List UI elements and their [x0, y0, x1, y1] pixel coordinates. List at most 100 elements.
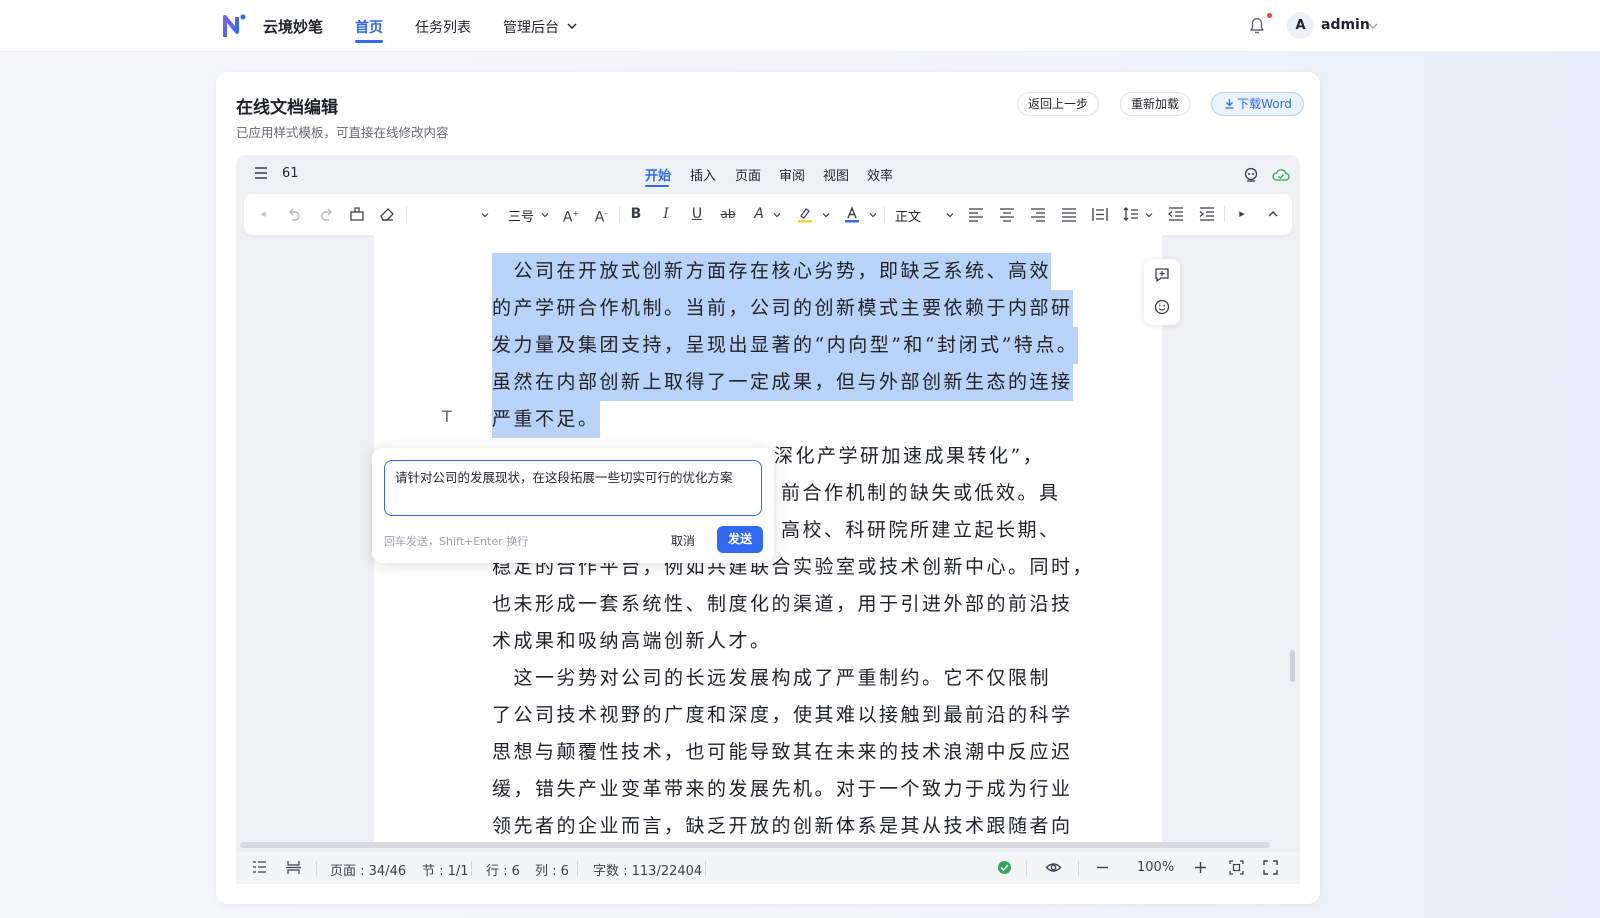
highlight-chevron-icon[interactable] [822, 211, 830, 219]
toolbar-divider [619, 206, 620, 222]
justify-icon[interactable] [1060, 205, 1078, 223]
download-word-label: 下载Word [1237, 97, 1292, 111]
doc-line[interactable]: 缓，错失产业变革带来的发展先机。对于一个致力于成为行业 [492, 771, 1073, 808]
status-divider [577, 861, 578, 876]
align-left-icon[interactable] [967, 205, 985, 223]
nav-active-indicator [355, 40, 383, 43]
highlighted-line[interactable]: 虽然在内部创新上取得了一定成果，但与外部创新生态的连接 [492, 364, 1073, 401]
status-divider [705, 861, 706, 876]
font-shrink-icon[interactable]: A- [592, 205, 610, 226]
line-spacing-icon[interactable] [1122, 205, 1140, 223]
nav-home[interactable]: 首页 [355, 17, 383, 37]
doc-line[interactable]: 术成果和吸纳高端创新人才。 [492, 623, 772, 660]
nav-admin[interactable]: 管理后台 [503, 17, 559, 37]
send-button[interactable]: 发送 [717, 526, 763, 553]
horizontal-scrollbar[interactable] [240, 842, 1270, 848]
section-counter: 节 : 1/1 [422, 864, 469, 879]
underline-icon[interactable]: U [688, 205, 706, 223]
doc-line[interactable]: 这一劣势对公司的长远发展构成了严重制约。它不仅限制 [492, 660, 1051, 697]
eye-icon[interactable] [1045, 859, 1062, 876]
comment-icon[interactable] [1153, 266, 1171, 284]
word-count[interactable]: 字数 : 113/22404 [593, 860, 702, 879]
highlight-icon[interactable] [796, 205, 814, 223]
highlighted-line[interactable]: 发力量及集团支持，呈现出显著的“内向型”和“封闭式”特点。 [492, 327, 1079, 364]
distributed-icon[interactable] [1091, 205, 1109, 223]
user-chevron-down-icon[interactable] [1368, 21, 1378, 31]
tab-efficiency[interactable]: 效率 [867, 165, 893, 184]
align-center-icon[interactable] [998, 205, 1016, 223]
status-divider [1078, 861, 1079, 876]
vertical-scrollbar[interactable] [1290, 650, 1295, 682]
format-painter-icon[interactable] [348, 205, 366, 223]
ai-assistant-icon[interactable] [1242, 166, 1260, 184]
page-break-icon[interactable] [285, 859, 302, 876]
doc-line[interactable]: 也未形成一套系统性、制度化的渠道，用于引进外部的前沿技 [492, 586, 1073, 623]
zoom-level[interactable]: 100% [1137, 860, 1174, 875]
font-color-icon[interactable] [843, 205, 861, 223]
text-type-icon[interactable]: T [442, 407, 452, 426]
eraser-icon[interactable] [378, 205, 396, 223]
doc-line[interactable]: 领先者的企业而言，缺乏开放的创新体系是其从技术跟随者向 [492, 808, 1073, 842]
doc-line[interactable]: 前合作机制的缺失或低效。具 [781, 475, 1061, 512]
bell-icon[interactable] [1246, 14, 1268, 36]
page-subtitle: 已应用样式模板，可直接在线修改内容 [236, 125, 449, 140]
cancel-button[interactable]: 取消 [671, 532, 695, 549]
ai-prompt-input[interactable]: 请针对公司的发展现状，在这段拓展一些切实可行的优化方案 [384, 460, 762, 516]
style-chevron-icon[interactable] [946, 211, 954, 219]
outdent-icon[interactable] [1167, 205, 1185, 223]
play-icon[interactable]: ▸ [1233, 205, 1251, 223]
font-family-chevron-icon[interactable] [481, 211, 489, 219]
text-effect-chevron-icon[interactable] [773, 211, 781, 219]
zoom-out-icon[interactable] [1094, 859, 1111, 876]
spellcheck-icon[interactable] [996, 859, 1013, 876]
emoji-icon[interactable] [1153, 298, 1171, 316]
redo-icon[interactable] [317, 205, 335, 223]
username[interactable]: admin [1321, 17, 1370, 33]
bold-icon[interactable]: B [627, 205, 645, 223]
font-grow-icon[interactable]: A+ [562, 205, 580, 226]
tab-start[interactable]: 开始 [645, 165, 671, 184]
ai-prompt-hint: 回车发送，Shift+Enter 换行 [384, 535, 529, 548]
menu-icon[interactable] [254, 167, 268, 179]
reload-button[interactable]: 重新加载 [1120, 92, 1190, 116]
brand-name: 云境妙笔 [263, 18, 324, 36]
outline-icon[interactable] [251, 859, 268, 876]
highlighted-line[interactable]: 公司在开放式创新方面存在核心劣势，即缺乏系统、高效 [492, 253, 1052, 290]
text-effect-icon[interactable]: A [750, 205, 768, 223]
back-button[interactable]: 返回上一步 [1017, 92, 1099, 116]
highlighted-line[interactable]: 严重不足。 [492, 401, 600, 438]
highlighted-line[interactable]: 的产学研合作机制。当前，公司的创新模式主要依赖于内部研 [492, 290, 1073, 327]
doc-line[interactable]: 高校、科研院所建立起长期、 [781, 512, 1061, 549]
fit-page-icon[interactable] [1228, 859, 1245, 876]
zoom-in-icon[interactable] [1192, 859, 1209, 876]
back-icon[interactable]: ◂ [254, 205, 272, 223]
strikethrough-icon[interactable]: ab [719, 205, 737, 223]
logo-icon[interactable] [222, 12, 250, 40]
font-color-chevron-icon[interactable] [869, 211, 877, 219]
tab-view[interactable]: 视图 [823, 165, 849, 184]
page-counter[interactable]: 页面 : 34/46 [330, 860, 406, 879]
document-number: 61 [282, 166, 299, 181]
fullscreen-icon[interactable] [1262, 859, 1279, 876]
paragraph-style-select[interactable]: 正文 [895, 206, 921, 225]
align-right-icon[interactable] [1029, 205, 1047, 223]
undo-icon[interactable] [286, 205, 304, 223]
avatar[interactable]: A [1287, 12, 1314, 39]
doc-line[interactable]: 了公司技术视野的广度和深度，使其难以接触到最前沿的科学 [492, 697, 1073, 734]
nav-task-list[interactable]: 任务列表 [415, 17, 471, 37]
tab-page[interactable]: 页面 [735, 165, 761, 184]
status-divider [471, 861, 472, 876]
tab-insert[interactable]: 插入 [690, 165, 716, 184]
indent-icon[interactable] [1198, 205, 1216, 223]
collapse-icon[interactable] [1264, 205, 1282, 223]
doc-line[interactable]: 深化产学研加速成果转化”， [774, 438, 1044, 475]
status-divider [1026, 861, 1027, 876]
doc-line[interactable]: 思想与颠覆性技术，也可能导致其在未来的技术浪潮中反应迟 [492, 734, 1073, 771]
italic-icon[interactable]: I [657, 205, 675, 223]
line-spacing-chevron-icon[interactable] [1145, 211, 1153, 219]
font-size-chevron-icon[interactable] [541, 211, 549, 219]
chevron-down-icon[interactable] [567, 21, 577, 31]
cloud-saved-icon[interactable] [1272, 166, 1290, 184]
tab-review[interactable]: 审阅 [779, 165, 805, 184]
font-size-select[interactable]: 三号 [508, 206, 534, 225]
